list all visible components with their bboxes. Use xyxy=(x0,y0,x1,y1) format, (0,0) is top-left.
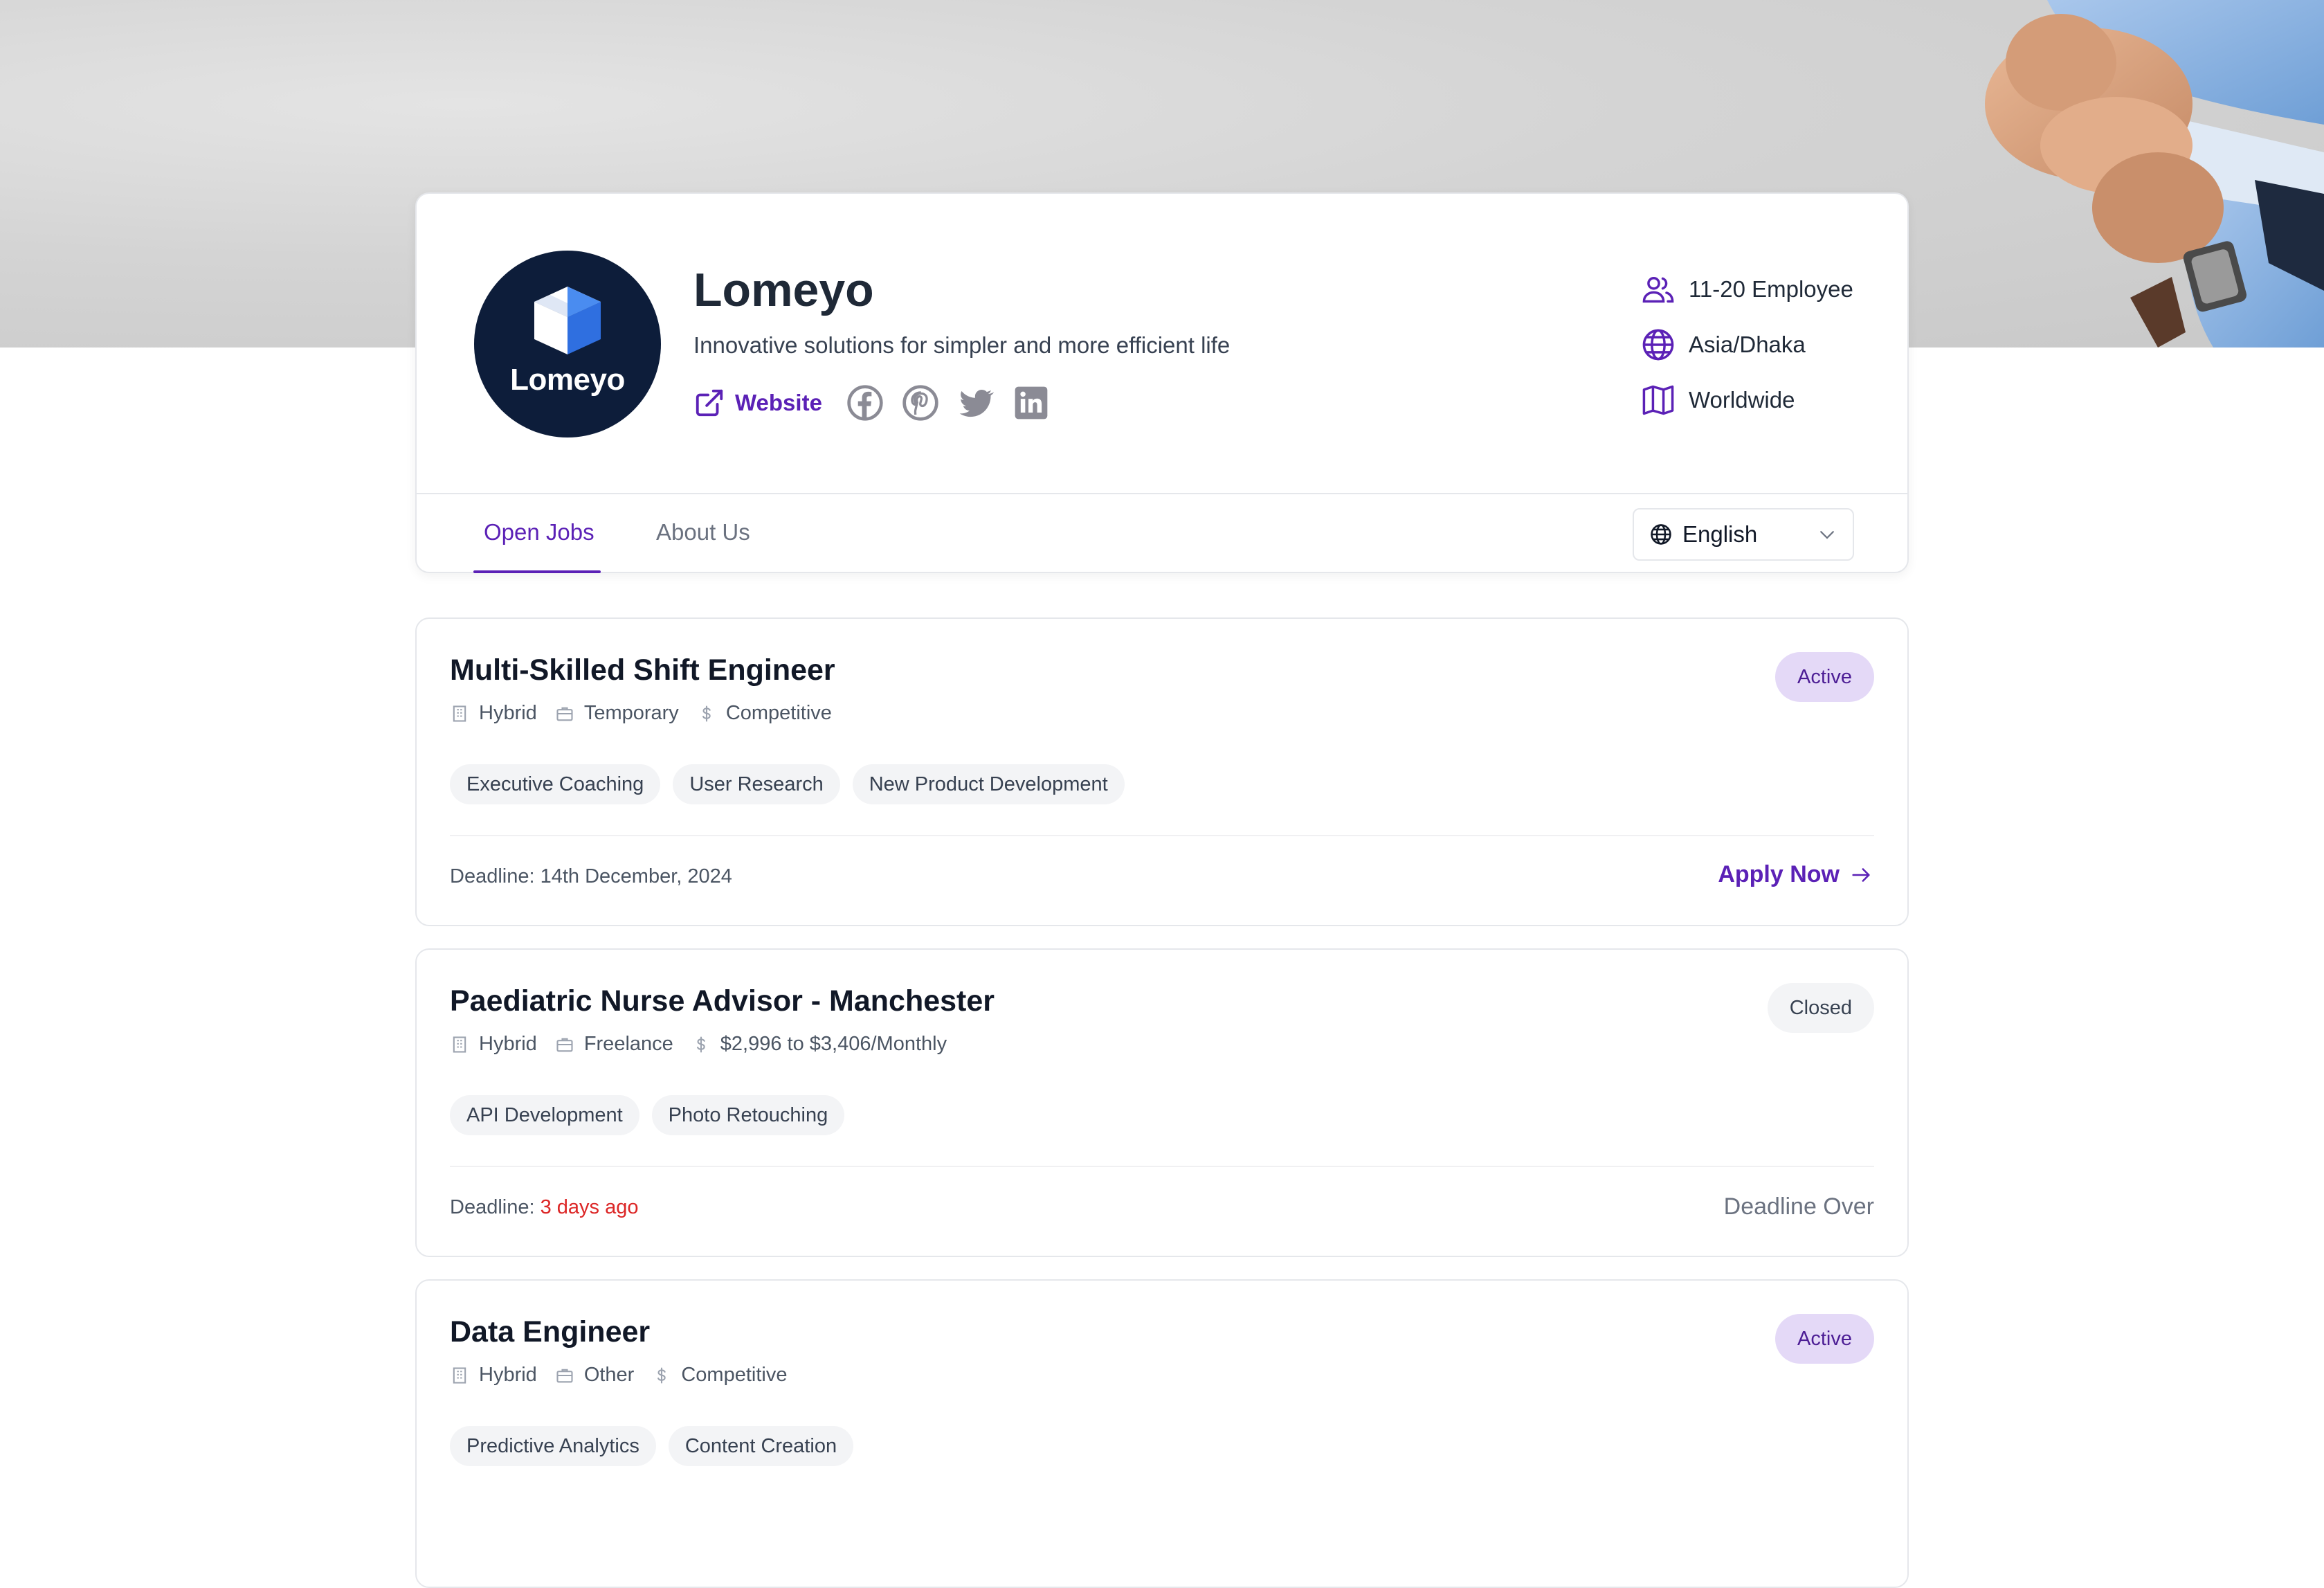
job-card[interactable]: Multi-Skilled Shift Engineer Hybrid Temp… xyxy=(415,617,1909,926)
skill-tag: Predictive Analytics xyxy=(450,1426,656,1466)
job-meta: Hybrid Other Competitive xyxy=(450,1364,805,1387)
company-tagline: Innovative solutions for simpler and mor… xyxy=(693,332,1231,358)
region: Worldwide xyxy=(1640,381,1853,419)
job-salary: Competitive xyxy=(697,702,832,725)
job-salary: Competitive xyxy=(652,1364,787,1387)
skill-tag: User Research xyxy=(673,764,840,804)
job-type-text: Freelance xyxy=(583,1033,673,1055)
skill-tag: Photo Retouching xyxy=(651,1095,845,1135)
briefcase-icon xyxy=(556,1369,573,1382)
job-workplace-text: Hybrid xyxy=(479,1364,537,1386)
timezone: Asia/Dhaka xyxy=(1640,325,1853,364)
employee-count: 11-20 Employee xyxy=(1640,270,1853,309)
job-deadline: Deadline: 14th December, 2024 xyxy=(450,865,732,888)
job-divider xyxy=(450,1166,1874,1167)
linkedin-icon[interactable] xyxy=(1012,384,1051,422)
skill-tag: API Development xyxy=(450,1095,639,1135)
dollar-icon xyxy=(657,1366,666,1384)
active-tab-indicator xyxy=(473,570,601,573)
job-salary-text: Competitive xyxy=(725,702,832,724)
timezone-text: Asia/Dhaka xyxy=(1689,332,1806,357)
job-tags: Predictive Analytics Content Creation xyxy=(450,1426,854,1466)
job-salary-text: Competitive xyxy=(681,1364,788,1386)
job-workplace: Hybrid xyxy=(450,702,537,725)
skill-tag: New Product Development xyxy=(852,764,1125,804)
chevron-down-icon xyxy=(1820,531,1834,539)
status-badge: Closed xyxy=(1767,983,1874,1033)
briefcase-icon xyxy=(556,707,573,721)
job-title[interactable]: Paediatric Nurse Advisor - Manchester xyxy=(450,984,995,1018)
job-card[interactable]: Paediatric Nurse Advisor - Manchester Hy… xyxy=(415,948,1909,1257)
cube-logo-icon xyxy=(534,287,601,354)
job-tags: API Development Photo Retouching xyxy=(450,1095,845,1135)
job-card[interactable]: Data Engineer Hybrid Other Competitive P… xyxy=(415,1279,1909,1588)
job-workplace: Hybrid xyxy=(450,1364,537,1387)
job-type-text: Other xyxy=(583,1364,635,1386)
twitter-icon[interactable] xyxy=(956,384,995,422)
arrow-right-icon xyxy=(1852,867,1870,882)
status-badge: Active xyxy=(1775,1314,1874,1364)
job-divider xyxy=(450,835,1874,836)
tab-about-us[interactable]: About Us xyxy=(656,519,750,545)
job-meta: Hybrid Temporary Competitive xyxy=(450,702,850,725)
job-workplace: Hybrid xyxy=(450,1033,537,1056)
job-type: Temporary xyxy=(555,702,679,725)
apply-now-label: Apply Now xyxy=(1718,861,1840,887)
job-salary-text: $2,996 to $3,406/Monthly xyxy=(720,1033,947,1055)
skill-tag: Content Creation xyxy=(668,1426,854,1466)
job-salary: $2,996 to $3,406/Monthly xyxy=(691,1033,947,1056)
deadline-label: Deadline: xyxy=(450,865,541,887)
deadline-label: Deadline: xyxy=(450,1196,541,1218)
website-label: Website xyxy=(735,390,822,415)
job-type: Other xyxy=(555,1364,635,1387)
profile-divider xyxy=(417,493,1907,494)
job-workplace-text: Hybrid xyxy=(479,702,537,724)
job-workplace-text: Hybrid xyxy=(479,1033,537,1055)
globe-icon xyxy=(1651,524,1671,545)
job-meta: Hybrid Freelance $2,996 to $3,406/Monthl… xyxy=(450,1033,965,1056)
apply-now-button[interactable]: Apply Now xyxy=(1718,861,1873,888)
building-icon xyxy=(453,1366,466,1384)
map-icon xyxy=(1642,385,1674,415)
status-badge: Active xyxy=(1775,652,1874,702)
website-link[interactable]: Website xyxy=(693,387,822,419)
job-title[interactable]: Multi-Skilled Shift Engineer xyxy=(450,653,835,687)
skill-tag: Executive Coaching xyxy=(450,764,661,804)
building-icon xyxy=(453,705,466,722)
company-profile-card: Lomeyo Lomeyo Innovative solutions for s… xyxy=(415,192,1909,573)
company-meta: 11-20 Employee Asia/Dhaka Worldwide xyxy=(1640,270,1853,436)
pinterest-icon[interactable] xyxy=(901,384,940,422)
company-logo: Lomeyo xyxy=(474,251,661,437)
job-deadline: Deadline: 3 days ago xyxy=(450,1196,638,1219)
globe-icon xyxy=(1642,329,1674,361)
region-text: Worldwide xyxy=(1689,387,1795,413)
external-link-icon xyxy=(696,389,723,417)
briefcase-icon xyxy=(556,1038,573,1052)
deadline-date: 14th December, 2024 xyxy=(540,865,732,887)
deadline-over-label: Deadline Over xyxy=(1723,1193,1874,1220)
company-name: Lomeyo xyxy=(693,264,874,316)
dollar-icon xyxy=(696,1036,705,1053)
job-tags: Executive Coaching User Research New Pro… xyxy=(450,764,1125,804)
building-icon xyxy=(453,1036,466,1053)
job-type-text: Temporary xyxy=(583,702,679,724)
tab-open-jobs[interactable]: Open Jobs xyxy=(484,519,594,545)
logo-text: Lomeyo xyxy=(510,363,625,397)
users-icon xyxy=(1642,277,1674,303)
job-type: Freelance xyxy=(555,1033,673,1056)
facebook-icon[interactable] xyxy=(846,384,884,422)
job-title[interactable]: Data Engineer xyxy=(450,1315,650,1349)
deadline-date: 3 days ago xyxy=(540,1196,639,1218)
language-select[interactable]: English xyxy=(1633,508,1854,561)
company-links: Website xyxy=(693,382,1051,424)
dollar-icon xyxy=(702,705,711,722)
employee-count-text: 11-20 Employee xyxy=(1689,276,1853,302)
language-value: English xyxy=(1682,521,1758,547)
